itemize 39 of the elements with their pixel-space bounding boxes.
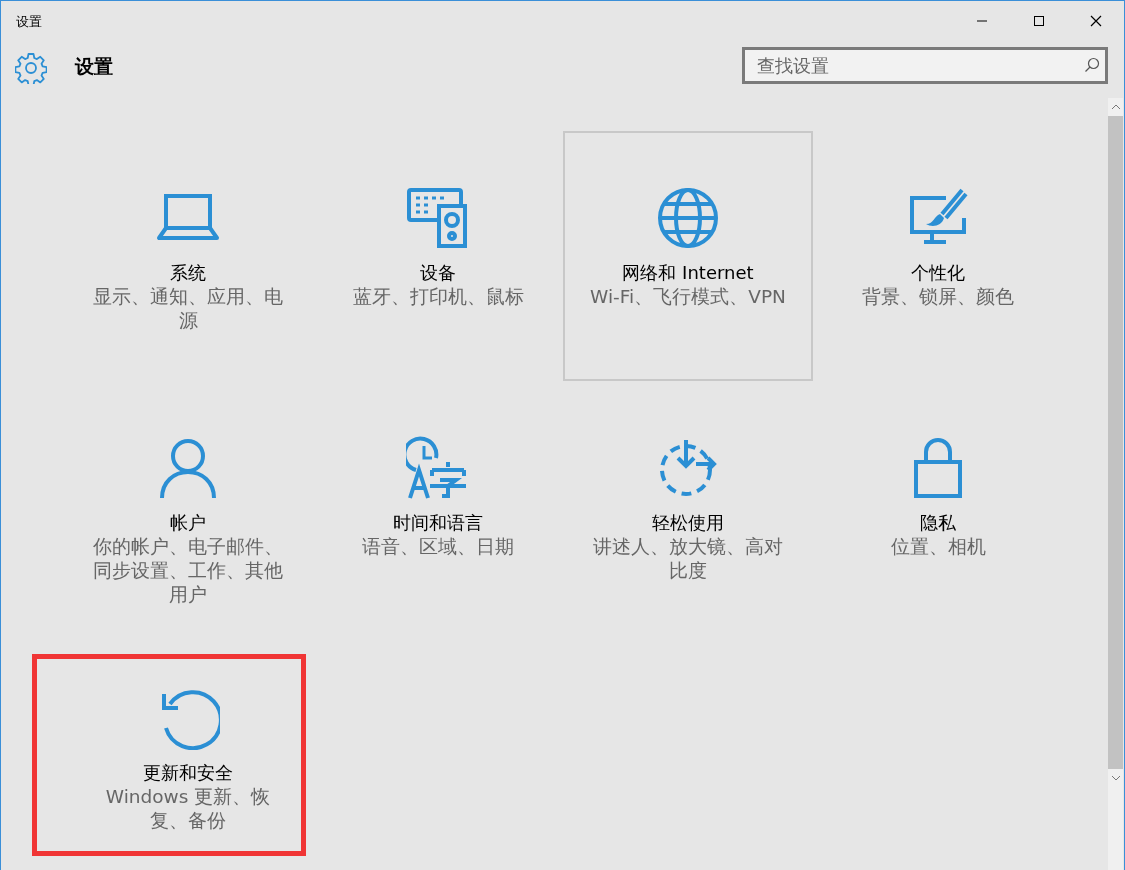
keyboard-and-speaker-icon (406, 186, 470, 250)
settings-category-tile[interactable]: 系统 显示、通知、应用、电源 (63, 131, 313, 381)
settings-category-tile[interactable]: 个性化 背景、锁屏、颜色 (813, 131, 1063, 381)
category-description: Windows 更新、恢复、备份 (104, 785, 272, 833)
category-title: 设备 (420, 261, 456, 285)
category-description: Wi-Fi、飞行模式、VPN (589, 285, 787, 309)
category-description: 语音、区域、日期 (361, 535, 515, 559)
settings-category-tile[interactable]: 时间和语言 语音、区域、日期 (313, 381, 563, 631)
category-description: 背景、锁屏、颜色 (861, 285, 1015, 309)
category-title: 系统 (170, 261, 206, 285)
category-description: 蓝牙、打印机、鼠标 (351, 285, 525, 309)
window-title: 设置 (16, 13, 42, 31)
category-title: 时间和语言 (393, 511, 483, 535)
settings-category-tile[interactable]: 隐私 位置、相机 (813, 381, 1063, 631)
page-title: 设置 (75, 53, 113, 79)
scroll-down-icon[interactable] (1110, 775, 1121, 781)
search-field[interactable]: 查找设置 (742, 47, 1108, 84)
scroll-up-icon[interactable] (1110, 104, 1121, 110)
settings-category-tile[interactable]: 更新和安全 Windows 更新、恢复、备份 (63, 631, 313, 870)
settings-category-tile[interactable]: 轻松使用 讲述人、放大镜、高对比度 (563, 381, 813, 631)
category-title: 网络和 Internet (622, 261, 754, 285)
category-description: 位置、相机 (889, 535, 987, 559)
category-title: 更新和安全 (143, 761, 233, 785)
category-description: 讲述人、放大镜、高对比度 (592, 535, 784, 583)
category-description: 显示、通知、应用、电源 (92, 285, 284, 333)
category-title: 隐私 (920, 511, 956, 535)
search-icon (1084, 57, 1100, 73)
settings-category-tile[interactable]: 网络和 Internet Wi-Fi、飞行模式、VPN (563, 131, 813, 381)
category-title: 帐户 (170, 511, 206, 535)
settings-category-tile[interactable]: 设备 蓝牙、打印机、鼠标 (313, 131, 563, 381)
globe-icon (656, 186, 720, 250)
settings-icon (15, 51, 47, 84)
settings-category-tile[interactable]: 帐户 你的帐户、电子邮件、同步设置、工作、其他用户 (63, 381, 313, 631)
category-title: 个性化 (911, 261, 965, 285)
category-title: 轻松使用 (652, 511, 724, 535)
category-description: 你的帐户、电子邮件、同步设置、工作、其他用户 (92, 535, 284, 607)
scrollbar[interactable] (1108, 98, 1123, 870)
maximize-icon (1032, 15, 1045, 27)
close-icon (1089, 15, 1102, 27)
